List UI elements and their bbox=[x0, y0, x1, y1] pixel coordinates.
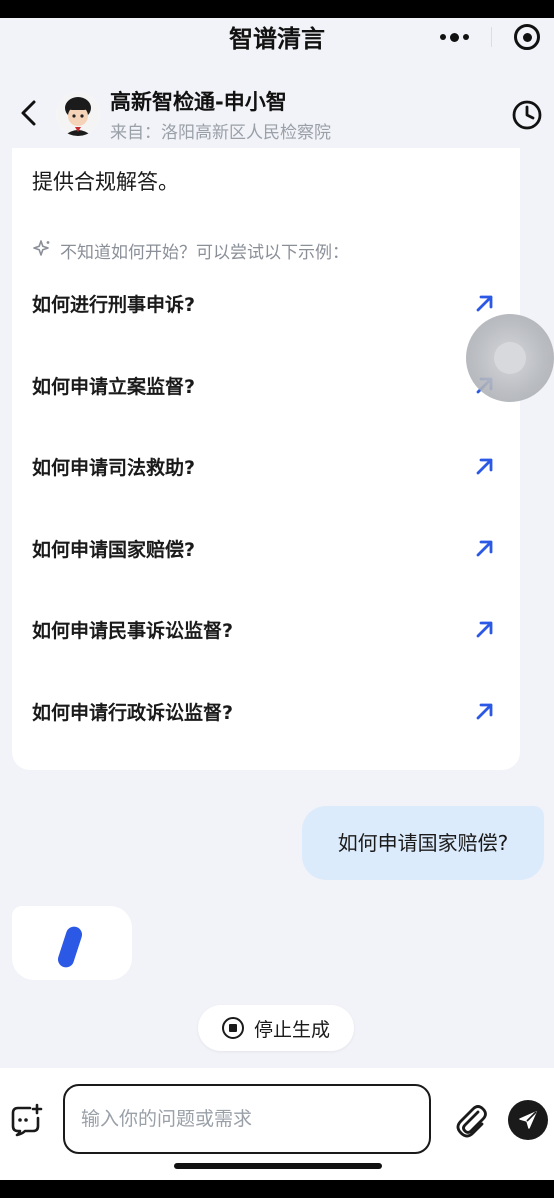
paperclip-icon[interactable] bbox=[452, 1100, 490, 1140]
target-icon[interactable] bbox=[514, 24, 540, 50]
hint-label: 不知道如何开始？可以尝试以下示例： bbox=[60, 243, 349, 263]
example-item[interactable]: 如何申请民事诉讼监督? bbox=[12, 590, 520, 672]
arrow-up-right-icon bbox=[474, 700, 496, 722]
example-question: 如何申请民事诉讼监督? bbox=[32, 620, 234, 642]
user-message-bubble: 如何申请国家赔偿? bbox=[302, 806, 544, 880]
arrow-up-right-icon bbox=[474, 618, 496, 640]
message-input[interactable] bbox=[63, 1084, 431, 1154]
example-question: 如何申请国家赔偿? bbox=[32, 538, 196, 561]
bottom-bar bbox=[0, 1180, 554, 1198]
home-indicator bbox=[174, 1163, 382, 1169]
mini-program-capsule bbox=[426, 20, 546, 54]
example-item[interactable]: 如何申请国家赔偿? bbox=[12, 509, 520, 591]
agent-name: 高新智检通-申小智 bbox=[110, 90, 287, 114]
status-bar bbox=[0, 0, 554, 18]
example-item[interactable]: 如何申请立案监督? bbox=[12, 346, 520, 428]
example-question: 如何申请立案监督? bbox=[32, 375, 196, 398]
back-icon[interactable] bbox=[14, 96, 44, 130]
stop-generating-button[interactable]: 停止生成 bbox=[198, 1005, 354, 1051]
touch-indicator bbox=[466, 314, 554, 402]
welcome-card: 提供合规解答。 不知道如何开始？可以尝试以下示例： 如何进行刑事申诉? 如何申请… bbox=[12, 148, 520, 770]
arrow-up-right-icon bbox=[474, 292, 496, 314]
more-dots-icon[interactable] bbox=[440, 32, 469, 42]
intro-text: 提供合规解答。 bbox=[32, 170, 179, 194]
example-item[interactable]: 如何进行刑事申诉? bbox=[12, 264, 520, 346]
examples-hint: 不知道如何开始？可以尝试以下示例： bbox=[32, 238, 349, 263]
example-question: 如何申请司法救助? bbox=[32, 457, 196, 479]
capsule-divider bbox=[491, 27, 492, 47]
example-question: 如何申请行政诉讼监督? bbox=[32, 701, 234, 724]
stop-label: 停止生成 bbox=[253, 1018, 330, 1041]
stop-icon bbox=[221, 1017, 244, 1039]
history-clock-icon[interactable] bbox=[510, 98, 544, 132]
assistant-loading-bubble bbox=[12, 906, 132, 980]
chat-header: 高新智检通-申小智 来自：洛阳高新区人民检察院 bbox=[0, 78, 554, 148]
example-item[interactable]: 如何申请行政诉讼监督? bbox=[12, 672, 520, 754]
add-media-icon[interactable] bbox=[8, 1102, 44, 1138]
loading-indicator bbox=[55, 924, 85, 970]
example-list: 如何进行刑事申诉? 如何申请立案监督? 如何申请司法救助? 如何申请国家赔偿? … bbox=[12, 264, 520, 753]
agent-source: 来自：洛阳高新区人民检察院 bbox=[110, 123, 331, 143]
example-question: 如何进行刑事申诉? bbox=[32, 294, 196, 316]
send-button[interactable] bbox=[508, 1100, 548, 1140]
sparkle-icon bbox=[32, 239, 52, 263]
send-icon bbox=[519, 1111, 537, 1129]
arrow-up-right-icon bbox=[474, 537, 496, 559]
example-item[interactable]: 如何申请司法救助? bbox=[12, 427, 520, 509]
agent-avatar[interactable] bbox=[56, 92, 100, 136]
arrow-up-right-icon bbox=[474, 455, 496, 477]
